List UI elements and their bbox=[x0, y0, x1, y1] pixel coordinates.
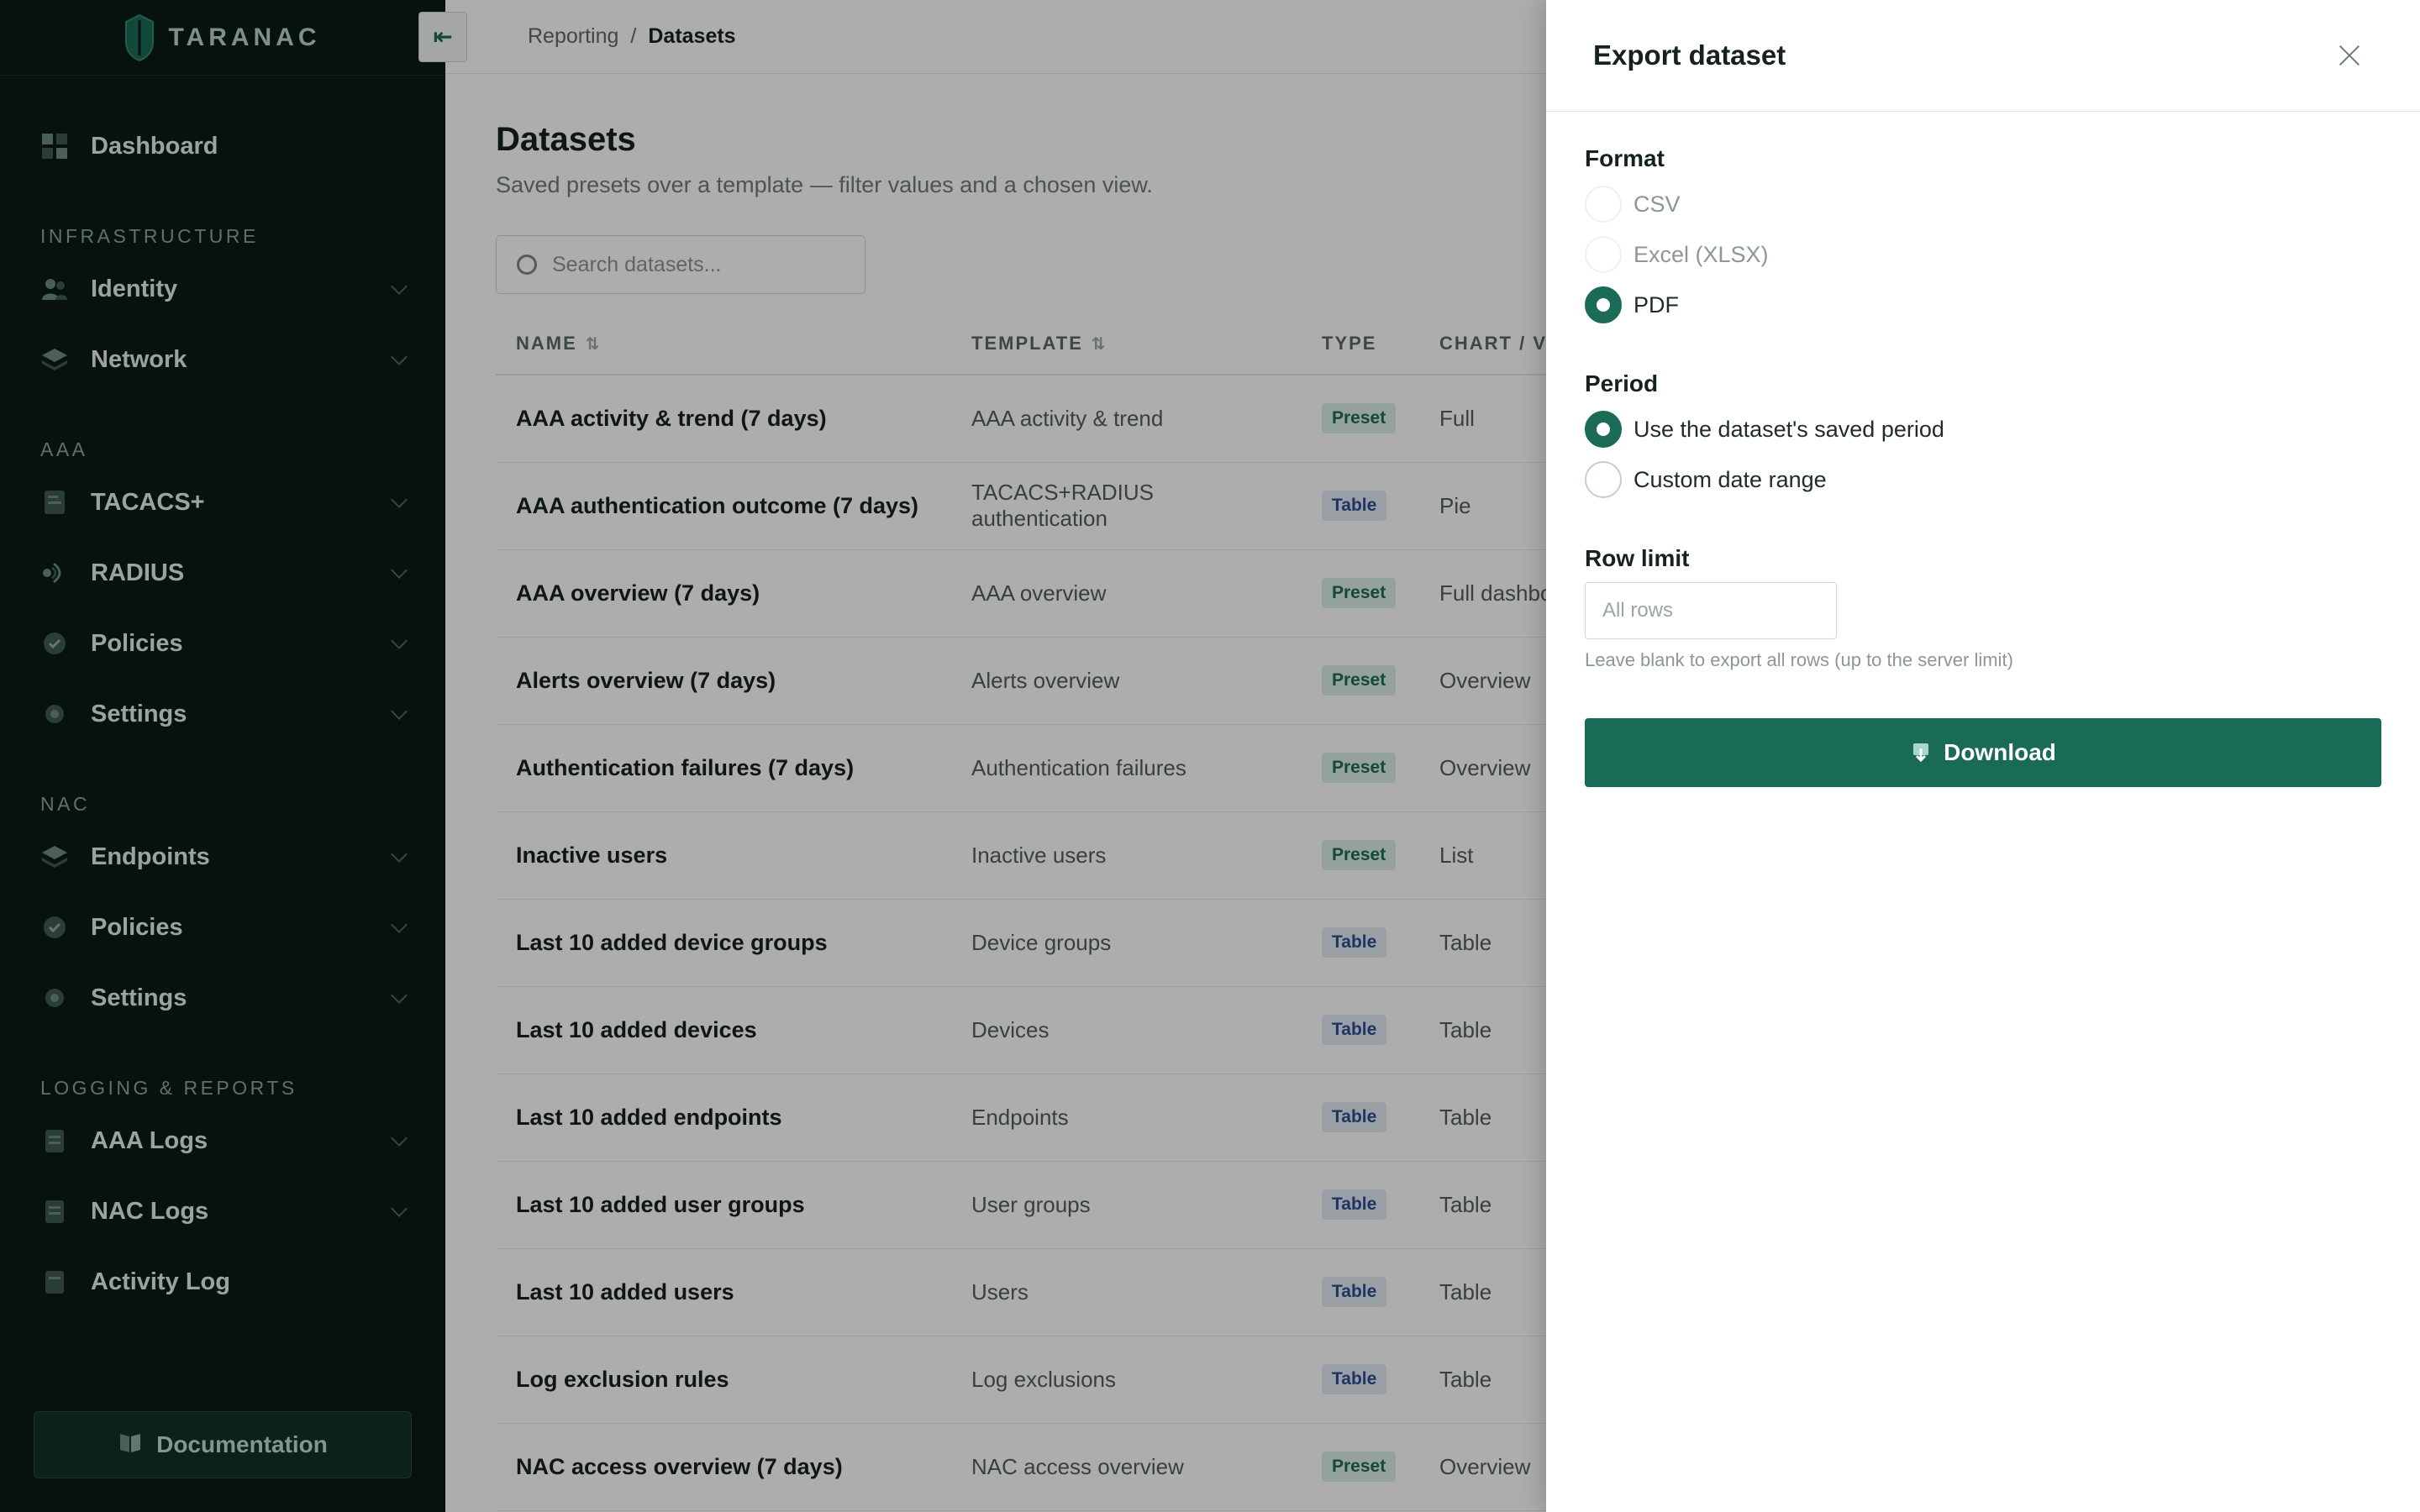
download-icon bbox=[1913, 743, 1929, 763]
radio-xlsx[interactable] bbox=[1585, 236, 1622, 273]
format-label: Format bbox=[1585, 145, 1665, 171]
radio-csv[interactable] bbox=[1585, 186, 1622, 223]
modal-backdrop[interactable] bbox=[0, 0, 1546, 1512]
download-button[interactable]: Download bbox=[1585, 718, 2381, 787]
format-option-pdf[interactable]: PDF bbox=[1585, 280, 2381, 330]
row-limit-group: Row limit All rows Leave blank to export… bbox=[1585, 545, 2381, 671]
period-label: Period bbox=[1585, 370, 1659, 396]
close-icon[interactable] bbox=[2338, 44, 2361, 67]
row-limit-hint: Leave blank to export all rows (up to th… bbox=[1585, 649, 2013, 670]
format-group: Format CSV Excel (XLSX) PDF bbox=[1585, 145, 2381, 330]
row-limit-input[interactable]: All rows bbox=[1585, 582, 1837, 639]
radio-custom-range[interactable] bbox=[1585, 461, 1622, 498]
radio-saved-period[interactable] bbox=[1585, 411, 1622, 448]
format-option-xlsx[interactable]: Excel (XLSX) bbox=[1585, 229, 2381, 280]
format-option-csv[interactable]: CSV bbox=[1585, 179, 2381, 229]
period-group: Period Use the dataset's saved period Cu… bbox=[1585, 370, 2381, 505]
drawer-title: Export dataset bbox=[1593, 39, 1786, 71]
export-dataset-drawer: Export dataset Format CSV Excel (XLSX) P… bbox=[1546, 0, 2420, 1512]
period-option-custom[interactable]: Custom date range bbox=[1585, 454, 2381, 505]
row-limit-label: Row limit bbox=[1585, 545, 1690, 571]
period-option-saved[interactable]: Use the dataset's saved period bbox=[1585, 404, 2381, 454]
radio-pdf[interactable] bbox=[1585, 286, 1622, 323]
drawer-header: Export dataset bbox=[1546, 0, 2420, 112]
